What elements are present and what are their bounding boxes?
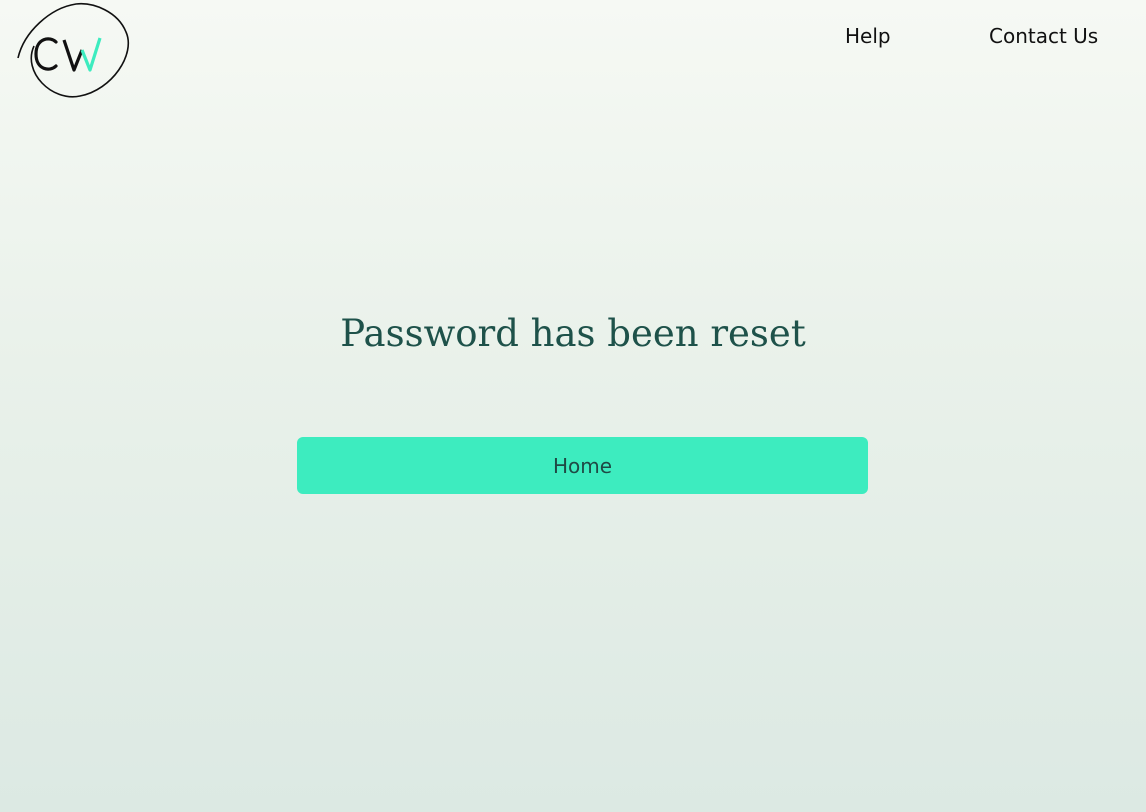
top-nav: Help Contact Us bbox=[0, 22, 1146, 52]
nav-help-link[interactable]: Help bbox=[845, 22, 891, 50]
home-button[interactable]: Home bbox=[297, 437, 868, 494]
page-title: Password has been reset bbox=[340, 312, 806, 355]
nav-contact-us-link[interactable]: Contact Us bbox=[989, 22, 1098, 50]
